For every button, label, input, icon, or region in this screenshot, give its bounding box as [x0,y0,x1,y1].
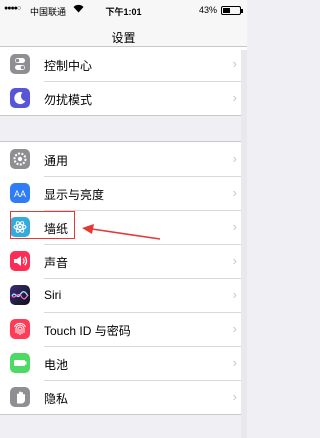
battery-icon [221,6,243,15]
display-brightness-icon: AA [10,183,30,203]
chevron-right-icon: › [232,219,237,234]
hand-icon [10,387,30,407]
settings-row-label: 勿扰模式 [44,93,93,107]
settings-row-label: 控制中心 [44,59,93,73]
page-title: 设置 [111,31,136,45]
settings-screen: ●●●●○ 中国联通 下午1:01 43% 设置 控制中心 › 勿扰模式 › 通… [0,0,247,438]
settings-row-label: 声音 [44,256,69,270]
settings-row-sounds[interactable]: 声音 › [0,244,247,278]
chevron-right-icon: › [232,389,237,404]
settings-row-label: Siri [44,288,62,302]
control-center-icon [10,54,30,74]
gear-icon [10,149,30,169]
chevron-right-icon: › [232,321,237,336]
settings-row-siri[interactable]: Siri › [0,278,247,312]
settings-group-1: 控制中心 › 勿扰模式 › [0,46,247,116]
settings-group-2: 通用 › AA 显示与亮度 › 墙纸 › 声音 › Siri › Touch I… [0,141,247,415]
scroll-edge [241,50,247,438]
settings-row-label: 通用 [44,154,69,168]
settings-row-general[interactable]: 通用 › [0,142,247,176]
chevron-right-icon: › [232,185,237,200]
chevron-right-icon: › [232,151,237,166]
moon-icon [10,88,30,108]
battery-level-fill [223,8,230,13]
chevron-right-icon: › [232,56,237,71]
siri-icon [10,285,30,305]
svg-text:AA: AA [14,189,26,199]
settings-row-label: 墙纸 [44,222,69,236]
settings-row-battery[interactable]: 电池 › [0,346,247,380]
chevron-right-icon: › [232,90,237,105]
fingerprint-icon [10,319,30,339]
settings-row-label: Touch ID 与密码 [44,324,131,338]
settings-row-privacy[interactable]: 隐私 › [0,380,247,414]
wallpaper-icon [10,217,30,237]
chevron-right-icon: › [232,355,237,370]
settings-row-label: 隐私 [44,392,69,406]
battery-percentage: 43% [198,5,217,15]
settings-row-control-center[interactable]: 控制中心 › [0,47,247,81]
settings-row-touch-id[interactable]: Touch ID 与密码 › [0,312,247,346]
battery-icon [10,353,30,373]
settings-row-label: 显示与亮度 [44,188,105,202]
status-bar: ●●●●○ 中国联通 下午1:01 43% [0,0,247,20]
chevron-right-icon: › [232,253,237,268]
settings-row-display-brightness[interactable]: AA 显示与亮度 › [0,176,247,210]
speaker-icon [10,251,30,271]
settings-row-label: 电池 [44,358,69,372]
settings-row-do-not-disturb[interactable]: 勿扰模式 › [0,81,247,115]
settings-row-wallpaper[interactable]: 墙纸 › [0,210,247,244]
chevron-right-icon: › [232,287,237,302]
